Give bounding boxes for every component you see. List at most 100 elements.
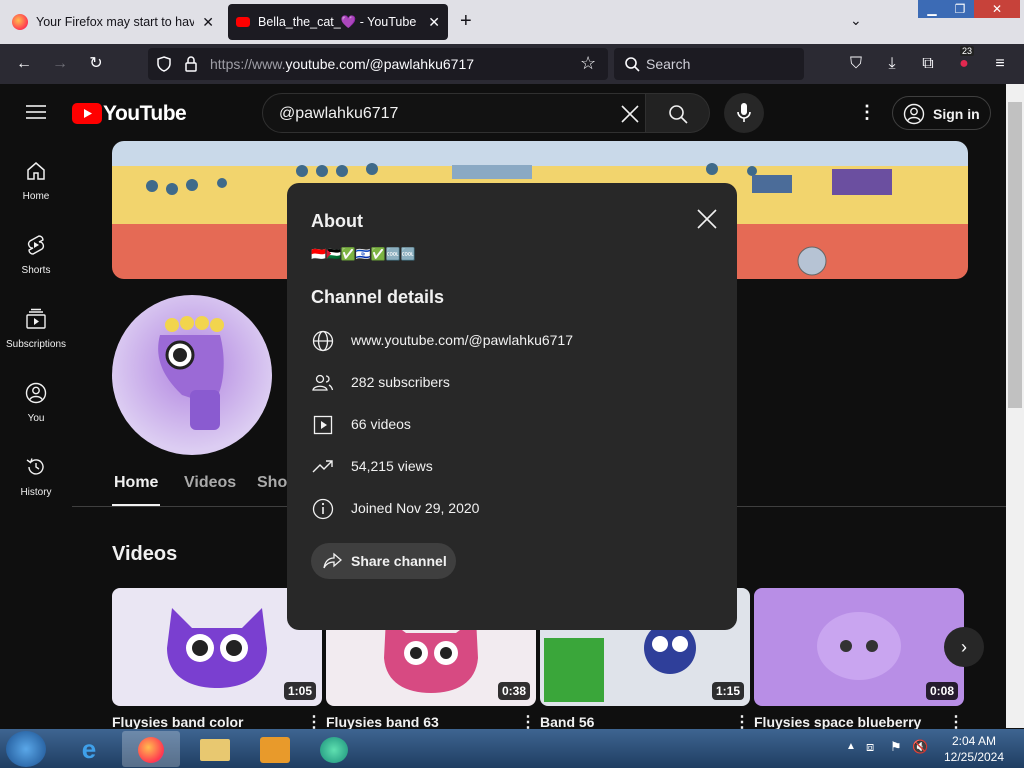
video-thumbnail[interactable]: 0:08 [754,588,964,706]
close-tab-icon[interactable]: ✕ [428,14,440,31]
subscriptions-icon [26,308,46,329]
video-duration: 1:15 [711,682,744,700]
video-count: 66 videos [351,416,411,432]
internet-explorer-icon[interactable]: e [72,735,106,763]
network-icon[interactable]: ⧈ [866,739,874,755]
volume-muted-icon[interactable]: 🔇 [912,739,928,755]
browser-tab-strip: Your Firefox may start to have p ✕ Bella… [0,0,1024,44]
system-clock[interactable]: 2:04 AM 12/25/2024 [934,733,1014,765]
search-value: @pawlahku6717 [279,105,399,122]
back-arrow-icon[interactable]: ← [12,52,36,76]
url-text: https://www.youtube.com/@pawlahku6717 [210,56,475,72]
lock-icon[interactable] [184,56,198,72]
search-icon [625,57,640,72]
sidebar-item-home[interactable]: Home [0,142,72,216]
taskbar-app[interactable] [306,731,364,767]
channel-url[interactable]: www.youtube.com/@pawlahku6717 [351,332,573,348]
share-channel-button[interactable]: Share channel [311,543,456,579]
sidebar-item-label: Home [22,191,50,202]
reload-icon[interactable]: ↻ [84,52,108,76]
sidebar-item-label: Subscriptions [5,339,67,350]
tab-firefox-notice[interactable]: Your Firefox may start to have p ✕ [4,4,222,40]
taskbar-firefox[interactable] [122,731,180,767]
start-button[interactable] [6,731,46,767]
more-options-icon[interactable]: ⋮ [858,102,876,123]
address-bar[interactable]: https://www.youtube.com/@pawlahku6717 ☆ [148,48,608,80]
video-duration: 0:38 [497,682,530,700]
info-icon [312,498,334,520]
sidebar-item-subscriptions[interactable]: Subscriptions [0,290,72,364]
detail-row-url: www.youtube.com/@pawlahku6717 [311,329,711,353]
taskbar-explorer[interactable] [186,731,244,767]
list-tabs-chevron-icon[interactable]: ⌄ [850,12,862,29]
tab-label: Your Firefox may start to have p [36,15,195,29]
microphone-icon [737,103,751,122]
bookmark-star-icon[interactable]: ☆ [580,53,596,74]
channel-avatar[interactable] [112,295,272,455]
detail-row-videos: 66 videos [311,413,711,437]
tab-videos[interactable]: Videos [184,474,236,492]
youtube-search-button[interactable] [646,93,710,133]
sidebar-item-history[interactable]: History [0,438,72,512]
browser-search-box[interactable]: Search [614,48,804,80]
tab-home[interactable]: Home [114,474,158,492]
video-title[interactable]: Band 56 [540,714,594,730]
shield-icon[interactable] [156,56,172,72]
youtube-sidebar: Home Shorts Subscriptions You History [0,142,72,730]
guide-menu-icon[interactable] [26,104,46,120]
media-player-icon [260,737,290,763]
close-icon[interactable] [695,207,719,231]
tab-label: Bella_the_cat_💜 - YouTube [258,14,417,29]
dialog-title: About [311,211,363,231]
downloads-icon[interactable]: ⤓ [880,52,904,76]
video-title[interactable]: Fluysies band 63 [326,714,439,730]
account-icon [903,103,925,125]
close-window-button[interactable]: ✕ [974,0,1020,18]
youtube-logo-text[interactable]: YouTube [103,102,187,126]
video-duration: 0:08 [925,682,958,700]
youtube-search-input[interactable]: @pawlahku6717 [262,93,646,133]
extension-addon-icon[interactable]: ● 23 [952,46,976,76]
taskbar-media-player[interactable] [246,731,304,767]
forward-arrow-icon[interactable]: → [48,52,72,76]
scrollbar-thumb[interactable] [1008,102,1022,408]
search-placeholder: Search [646,56,691,72]
restore-window-button[interactable]: ❐ [946,0,974,18]
action-center-flag-icon[interactable]: ⚑ [890,739,902,755]
video-duration: 1:05 [283,682,316,700]
new-tab-icon[interactable]: + [460,10,472,33]
globe-icon [312,330,334,352]
hamburger-menu-icon[interactable]: ≡ [988,52,1012,76]
video-title[interactable]: Fluysies band color [112,714,243,730]
sidebar-item-label: Shorts [21,265,51,276]
sidebar-item-shorts[interactable]: Shorts [0,216,72,290]
extension-badge: 23 [960,46,975,56]
sidebar-item-label: You [27,413,45,424]
channel-details-heading: Channel details [311,287,445,307]
clock-date: 12/25/2024 [943,750,1005,764]
subscriber-count: 282 subscribers [351,374,450,390]
show-hidden-icons-icon[interactable]: ▲ [846,741,856,752]
voice-search-button[interactable] [724,93,764,133]
browser-nav-bar: ← → ↻ https://www.youtube.com/@pawlahku6… [0,44,1024,84]
pocket-icon[interactable]: ⛉ [844,52,868,76]
about-dialog: About 🇮🇩🇵🇸✅🇮🇱✅🆒🆒 Channel details www.you… [287,183,737,630]
minimize-window-button[interactable]: ▁ [918,0,946,18]
tab-youtube[interactable]: Bella_the_cat_💜 - YouTube ✕ [228,4,448,40]
people-icon [312,374,334,391]
video-title[interactable]: Fluysies space blueberry [754,714,921,730]
clear-search-icon[interactable] [621,105,639,123]
extensions-puzzle-icon[interactable]: ⧉ [916,52,940,76]
youtube-logo-icon[interactable] [72,103,102,124]
firefox-icon [138,737,164,763]
home-icon [27,162,45,180]
sidebar-item-you[interactable]: You [0,364,72,438]
close-tab-icon[interactable]: ✕ [202,14,214,31]
sign-in-button[interactable]: Sign in [892,96,991,130]
carousel-next-button[interactable]: › [944,627,984,667]
share-channel-label: Share channel [351,553,447,569]
view-count: 54,215 views [351,458,433,474]
share-icon [323,552,342,569]
detail-row-subscribers: 282 subscribers [311,371,711,395]
firefox-favicon-icon [12,14,28,30]
